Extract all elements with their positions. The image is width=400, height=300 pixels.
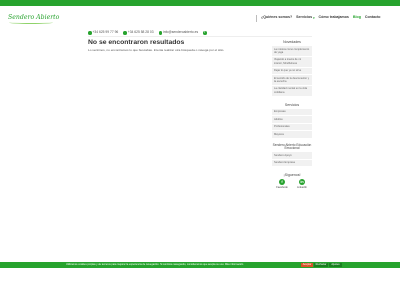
contact-email[interactable]: info@senderoabierto.es bbox=[158, 30, 199, 35]
nav-item-label: Contacto bbox=[364, 15, 381, 20]
sidebar-recent-post[interactable]: Dejar lo que ya no sirve bbox=[272, 67, 312, 76]
linkedin-link[interactable]: in LinkedIn bbox=[295, 179, 309, 189]
site-logo[interactable]: Sendero Abierto bbox=[8, 13, 59, 25]
sidebar-service-link[interactable]: Profesionales bbox=[272, 123, 312, 132]
sidebar-services-heading: Servicios bbox=[284, 102, 300, 107]
phone-icon bbox=[123, 31, 127, 35]
nav-item-contacto[interactable]: Contacto bbox=[365, 16, 381, 20]
site-header: Sendero Abierto ¿Quiénes somos? Servicio… bbox=[0, 6, 400, 30]
header-divider bbox=[88, 36, 312, 37]
facebook-icon: f bbox=[279, 179, 285, 186]
sidebar-recent-heading: Novedades bbox=[283, 40, 301, 44]
sidebar-recent-post[interactable]: El sentido de la desconexión y la escuch… bbox=[272, 75, 312, 86]
main-navigation: ¿Quiénes somos? Servicios ▾ Cómo trabajam… bbox=[256, 12, 380, 24]
contact-mobile-text: +34 625 99 77 96 bbox=[92, 30, 119, 35]
sidebar-recent-post[interactable]: La música como complemento de yoga bbox=[272, 46, 312, 57]
page-title: No se encontraron resultados bbox=[88, 39, 185, 46]
phone-icon bbox=[88, 31, 92, 35]
sidebar-recent-post[interactable]: La claridad mental en la vida cotidiana bbox=[272, 85, 312, 97]
nav-item-label: Cómo trabajamos bbox=[318, 15, 349, 20]
sidebar: Novedades La música como complemento de … bbox=[272, 38, 312, 195]
cookie-settings-button[interactable]: Ajustes bbox=[329, 262, 342, 268]
nav-item-label: ¿Quiénes somos? bbox=[261, 15, 293, 20]
facebook-icon[interactable]: f bbox=[203, 31, 207, 35]
sidebar-recent-post[interactable]: Viajando a través de mi interior, Mindfu… bbox=[272, 56, 312, 68]
cookie-text: Utilizamos cookies propias y de terceros… bbox=[66, 262, 244, 266]
no-results-message: Lo sentimos, no encontramos lo que busca… bbox=[88, 48, 225, 52]
sidebar-follow-heading: ¡Síguenos! bbox=[283, 173, 301, 178]
chevron-down-icon: ▾ bbox=[313, 15, 315, 20]
nav-item-como-trabajamos[interactable]: Cómo trabajamos bbox=[319, 16, 349, 20]
sidebar-service-link[interactable]: Adultos bbox=[272, 116, 312, 124]
sidebar-edu-heading: Sendero Abierto Educación Emocional bbox=[272, 142, 312, 151]
facebook-link[interactable]: f Facebook bbox=[275, 179, 289, 189]
nav-item-blog[interactable]: Blog bbox=[353, 16, 361, 20]
logo-swoosh-icon bbox=[9, 21, 53, 24]
sidebar-service-link[interactable]: Mayores bbox=[272, 131, 312, 139]
cookie-reject-button[interactable]: Rechazar bbox=[314, 262, 328, 268]
contact-mobile[interactable]: +34 625 99 77 96 bbox=[88, 31, 118, 35]
facebook-label: Facebook bbox=[276, 186, 288, 190]
cookie-accept-button[interactable]: Aceptar bbox=[301, 262, 313, 268]
sidebar-edu-link[interactable]: Sendero Apoyo bbox=[272, 152, 312, 160]
social-links: f Facebook in LinkedIn bbox=[272, 179, 312, 195]
cookie-banner: Utilizamos cookies propias y de terceros… bbox=[0, 262, 400, 268]
contact-landline-text: +34 625 58 28 03 bbox=[127, 30, 154, 35]
email-icon bbox=[158, 31, 163, 35]
linkedin-icon: in bbox=[299, 179, 305, 186]
nav-item-label: Servicios bbox=[296, 15, 313, 20]
page: Sendero Abierto ¿Quiénes somos? Servicio… bbox=[0, 0, 400, 300]
sidebar-edu-link[interactable]: Sendero Empresa bbox=[272, 159, 312, 168]
nav-item-label: Blog bbox=[352, 15, 361, 20]
contact-landline[interactable]: +34 625 58 28 03 bbox=[123, 30, 154, 35]
sidebar-service-link[interactable]: Empresas bbox=[272, 108, 312, 117]
nav-item-servicios[interactable]: Servicios ▾ bbox=[296, 16, 314, 20]
contact-email-text: info@senderoabierto.es bbox=[163, 30, 199, 35]
linkedin-label: LinkedIn bbox=[297, 186, 307, 190]
nav-item-quienes-somos[interactable]: ¿Quiénes somos? bbox=[261, 16, 292, 20]
nav-separator bbox=[256, 14, 257, 22]
